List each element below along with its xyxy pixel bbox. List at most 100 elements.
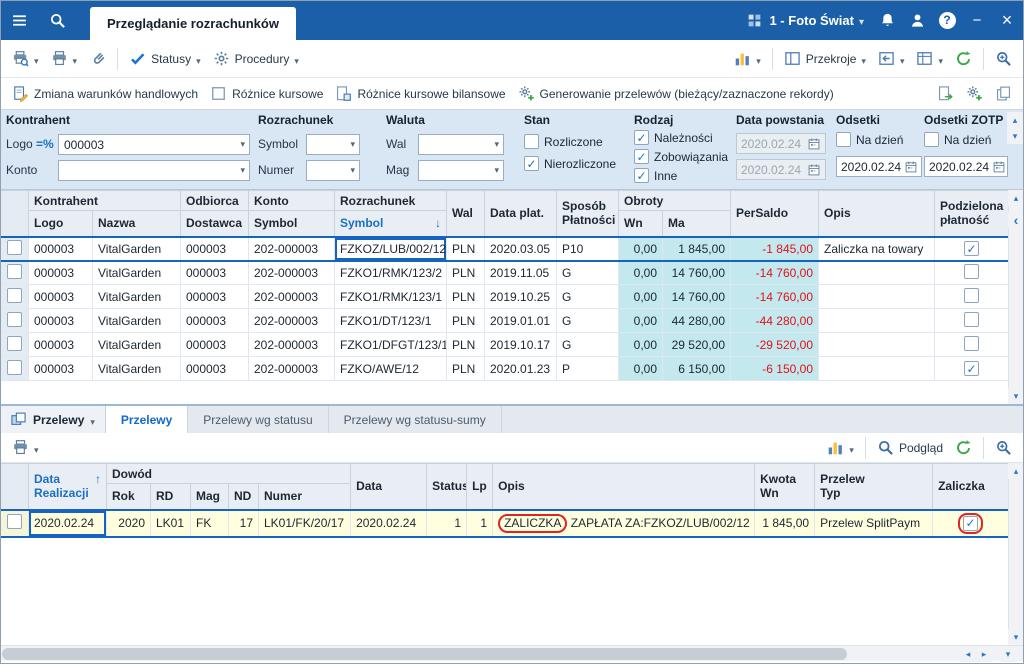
cell-row-select[interactable] bbox=[1, 309, 29, 333]
header-sposob-platnosci[interactable]: SposóbPłatności bbox=[557, 191, 619, 237]
row-checkbox[interactable] bbox=[7, 514, 22, 529]
header-przelew-typ[interactable]: PrzelewTyp bbox=[815, 464, 933, 510]
header-dostawca[interactable]: Dostawca bbox=[181, 211, 249, 237]
odsetki-na-dzien-checkbox[interactable] bbox=[836, 132, 851, 147]
cell-row-select[interactable] bbox=[1, 510, 29, 537]
hscroll-right-button[interactable] bbox=[976, 646, 992, 662]
cell-wal[interactable]: PLN bbox=[447, 261, 485, 285]
company-selector[interactable]: 1 - Foto Świat bbox=[769, 13, 854, 28]
cell-ma[interactable]: 44 280,00 bbox=[663, 309, 731, 333]
header-konto-symbol[interactable]: Symbol bbox=[249, 211, 335, 237]
cell-persaldo[interactable]: -6 150,00 bbox=[731, 357, 819, 381]
cell-lp[interactable]: 1 bbox=[467, 510, 493, 537]
filter-scroll-up-button[interactable] bbox=[1007, 112, 1023, 128]
menu-button[interactable] bbox=[0, 0, 38, 40]
header-status[interactable]: Status bbox=[427, 464, 467, 510]
cell-dostawca[interactable]: 000003 bbox=[181, 285, 249, 309]
cell-data-plat[interactable]: 2020.03.05 bbox=[485, 237, 557, 261]
header-data-realizacji-sorted[interactable]: DataRealizacji bbox=[29, 464, 107, 510]
cell-row-select[interactable] bbox=[1, 237, 29, 261]
header-kwota-wn[interactable]: KwotaWn bbox=[755, 464, 815, 510]
add-settings-button[interactable] bbox=[960, 81, 989, 106]
transfers-scroll-up-button[interactable] bbox=[1008, 463, 1024, 479]
odsetki-na-dzien[interactable]: Na dzień bbox=[836, 132, 903, 147]
cell-data-plat[interactable]: 2019.11.05 bbox=[485, 261, 557, 285]
cell-dostawca[interactable]: 000003 bbox=[181, 261, 249, 285]
apps-grid-icon[interactable] bbox=[746, 12, 763, 29]
close-button[interactable] bbox=[992, 0, 1022, 40]
cell-opis[interactable] bbox=[819, 261, 935, 285]
cell-opis[interactable]: Zaliczka na towary bbox=[819, 237, 935, 261]
global-search-button[interactable] bbox=[38, 0, 76, 40]
copy-button[interactable] bbox=[989, 81, 1018, 106]
cell-opis[interactable] bbox=[819, 333, 935, 357]
header-nd[interactable]: ND bbox=[229, 484, 259, 510]
row-checkbox[interactable] bbox=[7, 360, 22, 375]
table-row[interactable]: 000003 VitalGarden 000003 202-000003 FZK… bbox=[1, 261, 1009, 285]
cell-dostawca[interactable]: 000003 bbox=[181, 357, 249, 381]
podzielona-checkbox[interactable] bbox=[964, 241, 979, 256]
cell-wal[interactable]: PLN bbox=[447, 333, 485, 357]
roznice-bilansowe-button[interactable]: Różnice kursowe bilansowe bbox=[329, 81, 511, 106]
header-group-dowod[interactable]: Dowód bbox=[107, 464, 351, 484]
cell-sposob[interactable]: P bbox=[557, 357, 619, 381]
tab-przelewy-wg-statusu[interactable]: Przelewy wg statusu bbox=[188, 406, 328, 433]
filter-inne[interactable]: Inne bbox=[634, 168, 677, 183]
cell-nazwa[interactable]: VitalGarden bbox=[93, 285, 181, 309]
print-preview-button[interactable] bbox=[6, 46, 45, 71]
cell-numer[interactable]: LK01/FK/20/17 bbox=[259, 510, 351, 537]
header-lp[interactable]: Lp bbox=[467, 464, 493, 510]
cell-wn[interactable]: 0,00 bbox=[619, 237, 663, 261]
app-tab[interactable]: Przeglądanie rozrachunków bbox=[90, 7, 296, 40]
cell-persaldo[interactable]: -14 760,00 bbox=[731, 261, 819, 285]
zaliczka-checkbox[interactable] bbox=[963, 516, 978, 531]
header-group-odbiorca[interactable]: Odbiorca bbox=[181, 191, 249, 211]
cell-podzielona[interactable] bbox=[935, 333, 1009, 357]
table-row[interactable]: 000003 VitalGarden 000003 202-000003 FZK… bbox=[1, 333, 1009, 357]
cell-nazwa[interactable]: VitalGarden bbox=[93, 333, 181, 357]
podzielona-checkbox[interactable] bbox=[964, 288, 979, 303]
podzielona-checkbox[interactable] bbox=[964, 264, 979, 279]
cell-data-plat[interactable]: 2020.01.23 bbox=[485, 357, 557, 381]
refresh-button[interactable] bbox=[949, 46, 978, 71]
cell-symbol[interactable]: FZKO1/RMK/123/1 bbox=[335, 285, 447, 309]
transfers-chart-button[interactable] bbox=[821, 435, 860, 460]
filter-rozliczone[interactable]: Rozliczone bbox=[524, 134, 603, 149]
table-row[interactable]: 000003 VitalGarden 000003 202-000003 FZK… bbox=[1, 357, 1009, 381]
view-selector[interactable]: Przelewy bbox=[0, 406, 106, 433]
inne-checkbox[interactable] bbox=[634, 168, 649, 183]
cell-symbol[interactable]: FZKOZ/LUB/002/12 bbox=[335, 237, 447, 261]
header-ma[interactable]: Ma bbox=[663, 211, 731, 237]
numer-select[interactable] bbox=[306, 160, 360, 181]
podzielona-checkbox[interactable] bbox=[964, 336, 979, 351]
cell-wal[interactable]: PLN bbox=[447, 285, 485, 309]
cell-wn[interactable]: 0,00 bbox=[619, 309, 663, 333]
cell-ma[interactable]: 29 520,00 bbox=[663, 333, 731, 357]
symbol-select[interactable] bbox=[306, 134, 360, 155]
cell-rok[interactable]: 2020 bbox=[107, 510, 151, 537]
cell-wal[interactable]: PLN bbox=[447, 309, 485, 333]
cell-wn[interactable]: 0,00 bbox=[619, 285, 663, 309]
cell-logo[interactable]: 000003 bbox=[29, 309, 93, 333]
export-button[interactable] bbox=[931, 81, 960, 106]
cell-nazwa[interactable]: VitalGarden bbox=[93, 261, 181, 285]
mag-select[interactable] bbox=[418, 160, 504, 181]
cell-ma[interactable]: 1 845,00 bbox=[663, 237, 731, 261]
cell-sposob[interactable]: P10 bbox=[557, 237, 619, 261]
cell-sposob[interactable]: G bbox=[557, 333, 619, 357]
podzielona-checkbox[interactable] bbox=[964, 312, 979, 327]
cell-opis[interactable] bbox=[819, 357, 935, 381]
header-logo[interactable]: Logo bbox=[29, 211, 93, 237]
row-checkbox[interactable] bbox=[7, 336, 22, 351]
cell-row-select[interactable] bbox=[1, 261, 29, 285]
zobowiazania-checkbox[interactable] bbox=[634, 149, 649, 164]
row-checkbox[interactable] bbox=[7, 288, 22, 303]
cell-opis[interactable] bbox=[819, 309, 935, 333]
row-checkbox[interactable] bbox=[7, 264, 22, 279]
cell-konto-symbol[interactable]: 202-000003 bbox=[249, 309, 335, 333]
main-grid-scroll-up-button[interactable] bbox=[1008, 190, 1024, 206]
przekroje-button[interactable]: Przekroje bbox=[778, 46, 872, 71]
panel-layout-button[interactable] bbox=[872, 46, 911, 71]
grid-settings-button[interactable] bbox=[910, 46, 949, 71]
attachments-button[interactable] bbox=[83, 46, 112, 71]
